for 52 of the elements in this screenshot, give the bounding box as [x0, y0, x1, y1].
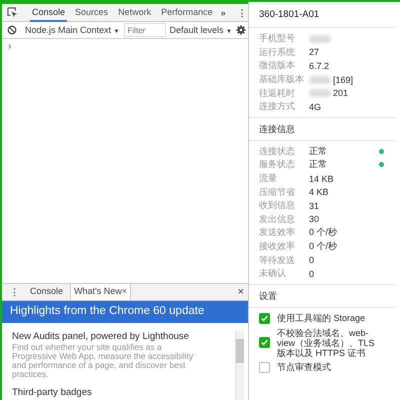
panel-tab[interactable]: Network [116, 4, 154, 22]
info-label: 运行系统 [259, 46, 296, 59]
device-name: 360-1801-A01 [249, 2, 396, 28]
info-value: 正常 [309, 158, 328, 172]
info-label: 未确认 [259, 267, 287, 280]
info-value: 31 [309, 200, 320, 211]
info-label: 流量 [259, 172, 278, 186]
panel-tab[interactable]: Sources [73, 4, 110, 22]
info-value: 0 [309, 268, 316, 279]
info-value: 30 [309, 214, 320, 224]
info-value: 0 个/秒 [309, 240, 338, 254]
menu-button[interactable]: ⋮ [238, 8, 247, 18]
info-label: 往返耗时 [259, 86, 296, 100]
setting-label: 使用工具端的 Storage [277, 313, 366, 323]
filter-field[interactable]: Filter [124, 23, 166, 37]
info-label: 基础库版本 [259, 73, 305, 86]
article-title: New Audits panel, powered by Lighthouse [12, 331, 190, 342]
info-value: 0 个/秒 [309, 226, 338, 240]
info-value: 正常 [309, 144, 328, 158]
panel-tab[interactable]: Performance [159, 4, 215, 22]
whats-new-banner: Highlights from the Chrome 60 update [2, 301, 248, 323]
info-value: 6.7.2 [309, 60, 330, 71]
setting-label: 不校验合法域名、web-view（业务域名）、TLS 版本以及 HTTPS 证书 [277, 328, 376, 358]
info-label: 发送效率 [259, 226, 296, 240]
article-text: Find out whether your site qualifies as a Progressive Web App, measure the accessibility and performance of a page, and discover best practices. [12, 343, 194, 379]
more-tabs-button[interactable]: » [220, 8, 226, 18]
setting-label: 节点审查模式 [277, 362, 332, 372]
drawer-menu-button[interactable]: ⋮ [6, 287, 23, 297]
info-value: 201 [333, 88, 348, 98]
info-value: 0 [309, 255, 316, 266]
info-label: 等待发送 [259, 254, 296, 267]
article-title: Third-party badges [12, 387, 93, 398]
info-value: 4G [309, 102, 322, 112]
console-prompt: › [8, 41, 12, 52]
close-button[interactable]: × [238, 286, 244, 298]
info-label: 发出信息 [259, 212, 296, 226]
info-label: 微信版本 [259, 59, 296, 72]
info-label: 收到信息 [259, 199, 296, 212]
section-title: 设置 [249, 284, 396, 308]
info-label: 接收效率 [259, 240, 296, 254]
info-value: 27 [309, 47, 320, 58]
info-label: 压缩节省 [259, 186, 296, 199]
info-label: 连接状态 [259, 144, 296, 158]
info-value: 4 KB [309, 187, 330, 198]
info-label: 手机型号 [259, 32, 296, 46]
info-label: 服务状态 [259, 158, 296, 172]
info-value: 14 KB [309, 174, 335, 184]
drawer-tab[interactable]: Console [27, 284, 66, 300]
info-value: [169] [333, 74, 354, 85]
drawer-tab[interactable]: What's New× [70, 284, 132, 300]
section-title: 连接信息 [249, 118, 396, 141]
info-label: 连接方式 [259, 100, 296, 114]
